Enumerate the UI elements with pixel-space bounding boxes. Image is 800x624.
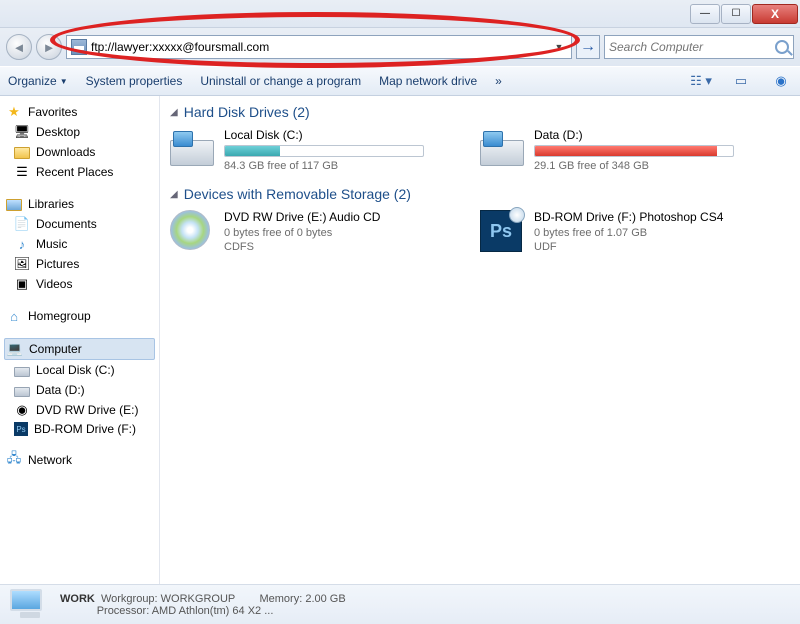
photoshop-icon: Ps [480, 210, 526, 250]
processor-label: Processor: [97, 605, 150, 617]
drive-filesystem: CDFS [224, 241, 450, 253]
sidebar-local-c[interactable]: Local Disk (C:) [0, 360, 159, 380]
map-network-drive-button[interactable]: Map network drive [379, 74, 477, 88]
computer-icon: 💻 [7, 341, 23, 357]
network-icon: 🖧 [6, 452, 22, 468]
recent-icon: ☰ [14, 164, 30, 180]
drive-free-text: 29.1 GB free of 348 GB [534, 160, 760, 172]
sidebar-downloads[interactable]: Downloads [0, 142, 159, 162]
music-icon: ♪ [14, 236, 30, 252]
ps-icon: Ps [14, 422, 28, 436]
drive-label: Local Disk (C:) [224, 128, 450, 142]
sidebar-music[interactable]: ♪Music [0, 234, 159, 254]
libraries-group[interactable]: Libraries [0, 194, 159, 214]
computer-name: WORK [60, 593, 95, 605]
computer-group[interactable]: 💻Computer [4, 338, 155, 360]
drive-free-text: 0 bytes free of 1.07 GB [534, 227, 760, 239]
sidebar-data-d[interactable]: Data (D:) [0, 380, 159, 400]
computer-icon [71, 39, 87, 55]
processor-value: AMD Athlon(tm) 64 X2 ... [152, 605, 274, 617]
command-bar: Organize ▼ System properties Uninstall o… [0, 66, 800, 96]
workgroup-value: WORKGROUP [161, 593, 235, 605]
sidebar-pictures[interactable]: 🖼Pictures [0, 254, 159, 274]
videos-icon: ▣ [14, 276, 30, 292]
homegroup-icon: ⌂ [6, 308, 22, 324]
sidebar-documents[interactable]: 📄Documents [0, 214, 159, 234]
hdd-icon [480, 128, 526, 168]
system-properties-button[interactable]: System properties [86, 74, 183, 88]
sidebar-videos[interactable]: ▣Videos [0, 274, 159, 294]
minimize-button[interactable]: — [690, 4, 720, 24]
downloads-icon [14, 144, 30, 160]
drive-dvd-e[interactable]: DVD RW Drive (E:) Audio CD 0 bytes free … [170, 210, 450, 253]
main-area: ★Favorites 🖥Desktop Downloads ☰Recent Pl… [0, 96, 800, 584]
hdd-section-header[interactable]: ◢Hard Disk Drives (2) [170, 104, 790, 120]
drive-label: Data (D:) [534, 128, 760, 142]
collapse-icon: ◢ [170, 107, 178, 118]
navigation-pane: ★Favorites 🖥Desktop Downloads ☰Recent Pl… [0, 96, 160, 584]
drive-label: BD-ROM Drive (F:) Photoshop CS4 [534, 210, 760, 224]
favorites-group[interactable]: ★Favorites [0, 102, 159, 122]
sidebar-recent[interactable]: ☰Recent Places [0, 162, 159, 182]
window-titlebar: — ☐ X [0, 0, 800, 28]
help-button[interactable]: ◉ [770, 72, 792, 90]
drive-bd-f[interactable]: Ps BD-ROM Drive (F:) Photoshop CS4 0 byt… [480, 210, 760, 253]
uninstall-program-button[interactable]: Uninstall or change a program [200, 74, 361, 88]
memory-label: Memory: [259, 593, 302, 605]
drive-free-text: 0 bytes free of 0 bytes [224, 227, 450, 239]
maximize-button[interactable]: ☐ [721, 4, 751, 24]
address-bar[interactable]: ▼ [66, 35, 572, 59]
sidebar-desktop[interactable]: 🖥Desktop [0, 122, 159, 142]
usage-bar [224, 145, 424, 157]
disc-icon [170, 210, 216, 250]
documents-icon: 📄 [14, 216, 30, 232]
workgroup-label: Workgroup: [101, 593, 158, 605]
organize-menu[interactable]: Organize ▼ [8, 74, 68, 88]
sidebar-dvd-e[interactable]: ◉DVD RW Drive (E:) [0, 400, 159, 420]
hdd-icon [170, 128, 216, 168]
forward-button[interactable]: ► [36, 34, 62, 60]
drive-filesystem: UDF [534, 241, 760, 253]
desktop-icon: 🖥 [14, 124, 30, 140]
more-commands[interactable]: » [495, 74, 502, 88]
address-input[interactable] [91, 37, 547, 57]
drive-icon [14, 382, 30, 398]
drive-label: DVD RW Drive (E:) Audio CD [224, 210, 450, 224]
drive-local-c[interactable]: Local Disk (C:) 84.3 GB free of 117 GB [170, 128, 450, 172]
pictures-icon: 🖼 [14, 256, 30, 272]
navigation-bar: ◄ ► ▼ → [0, 28, 800, 66]
details-pane: WORK Workgroup: WORKGROUP Memory: 2.00 G… [0, 584, 800, 624]
close-button[interactable]: X [752, 4, 798, 24]
back-button[interactable]: ◄ [6, 34, 32, 60]
network-group[interactable]: 🖧Network [0, 450, 159, 470]
search-icon [775, 40, 789, 54]
memory-value: 2.00 GB [305, 593, 345, 605]
view-options-button[interactable]: ☷ ▾ [690, 72, 712, 90]
disc-icon: ◉ [14, 402, 30, 418]
drive-icon [14, 362, 30, 378]
star-icon: ★ [6, 104, 22, 120]
homegroup-group[interactable]: ⌂Homegroup [0, 306, 159, 326]
libraries-icon [6, 196, 22, 212]
search-input[interactable] [609, 40, 771, 54]
drive-free-text: 84.3 GB free of 117 GB [224, 160, 450, 172]
content-pane: ◢Hard Disk Drives (2) Local Disk (C:) 84… [160, 96, 800, 584]
sidebar-bd-f[interactable]: PsBD-ROM Drive (F:) [0, 420, 159, 438]
removable-section-header[interactable]: ◢Devices with Removable Storage (2) [170, 186, 790, 202]
collapse-icon: ◢ [170, 189, 178, 200]
go-button[interactable]: → [576, 35, 600, 59]
address-dropdown[interactable]: ▼ [551, 42, 567, 52]
drive-data-d[interactable]: Data (D:) 29.1 GB free of 348 GB [480, 128, 760, 172]
usage-bar [534, 145, 734, 157]
preview-pane-button[interactable]: ▭ [730, 72, 752, 90]
search-box[interactable] [604, 35, 794, 59]
computer-large-icon [10, 589, 50, 621]
